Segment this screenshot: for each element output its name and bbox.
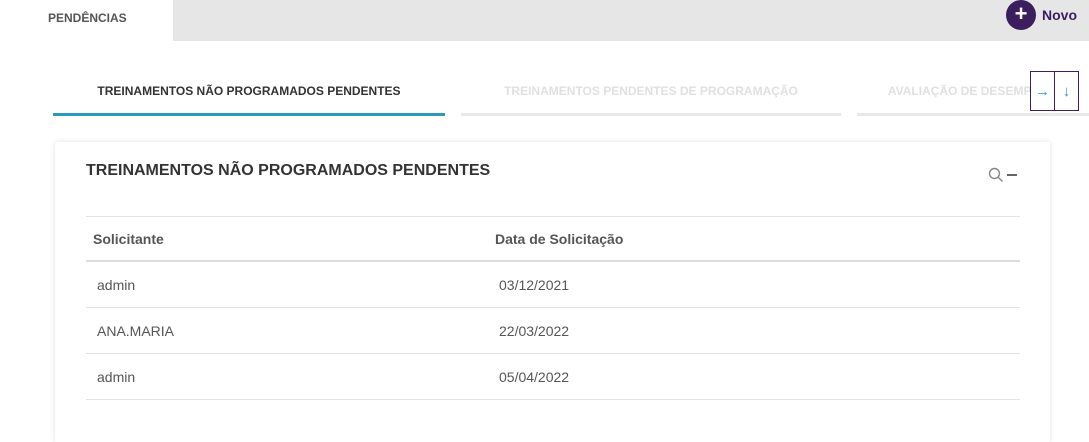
table-row[interactable]: ANA.MARIA 22/03/2022 bbox=[86, 307, 1020, 354]
plus-icon: + bbox=[1006, 0, 1036, 30]
arrow-down-icon[interactable]: ↓ bbox=[1055, 72, 1078, 110]
arrow-right-icon[interactable]: → bbox=[1031, 72, 1055, 110]
cell-data-solicitacao: 22/03/2022 bbox=[488, 307, 1020, 354]
tab-treinamentos-pendentes-programacao[interactable]: TREINAMENTOS PENDENTES DE PROGRAMAÇÃO bbox=[461, 70, 841, 116]
column-header-solicitante[interactable]: Solicitante bbox=[86, 216, 488, 262]
table-header-row: Solicitante Data de Solicitação bbox=[86, 216, 1020, 262]
search-icon[interactable] bbox=[988, 167, 1004, 183]
cell-data-solicitacao: 03/12/2021 bbox=[488, 261, 1020, 308]
cell-solicitante: ANA.MARIA bbox=[86, 307, 488, 354]
column-header-data-solicitacao[interactable]: Data de Solicitação bbox=[488, 216, 1020, 262]
cell-solicitante: admin bbox=[86, 261, 488, 308]
tab-treinamentos-nao-programados[interactable]: TREINAMENTOS NÃO PROGRAMADOS PENDENTES bbox=[53, 70, 445, 116]
card-tools bbox=[988, 167, 1017, 183]
new-button-label: Novo bbox=[1042, 7, 1077, 23]
card-title: TREINAMENTOS NÃO PROGRAMADOS PENDENTES bbox=[86, 162, 491, 179]
top-bar: PENDÊNCIAS + Novo bbox=[0, 0, 1089, 41]
table-row[interactable]: admin 03/12/2021 bbox=[86, 261, 1020, 308]
minus-icon[interactable] bbox=[1007, 174, 1017, 176]
tab-strip: TREINAMENTOS NÃO PROGRAMADOS PENDENTES T… bbox=[53, 70, 1089, 116]
cell-data-solicitacao: 05/04/2022 bbox=[488, 353, 1020, 400]
pending-trainings-card: TREINAMENTOS NÃO PROGRAMADOS PENDENTES S… bbox=[55, 142, 1050, 442]
cell-solicitante: admin bbox=[86, 353, 488, 400]
tab-scroll-controls: → ↓ bbox=[1030, 71, 1079, 111]
pending-table: Solicitante Data de Solicitação admin 03… bbox=[86, 216, 1020, 400]
new-button[interactable]: + Novo bbox=[1006, 0, 1077, 30]
tab-pendencias[interactable]: PENDÊNCIAS bbox=[0, 0, 173, 41]
table-row[interactable]: admin 05/04/2022 bbox=[86, 353, 1020, 400]
